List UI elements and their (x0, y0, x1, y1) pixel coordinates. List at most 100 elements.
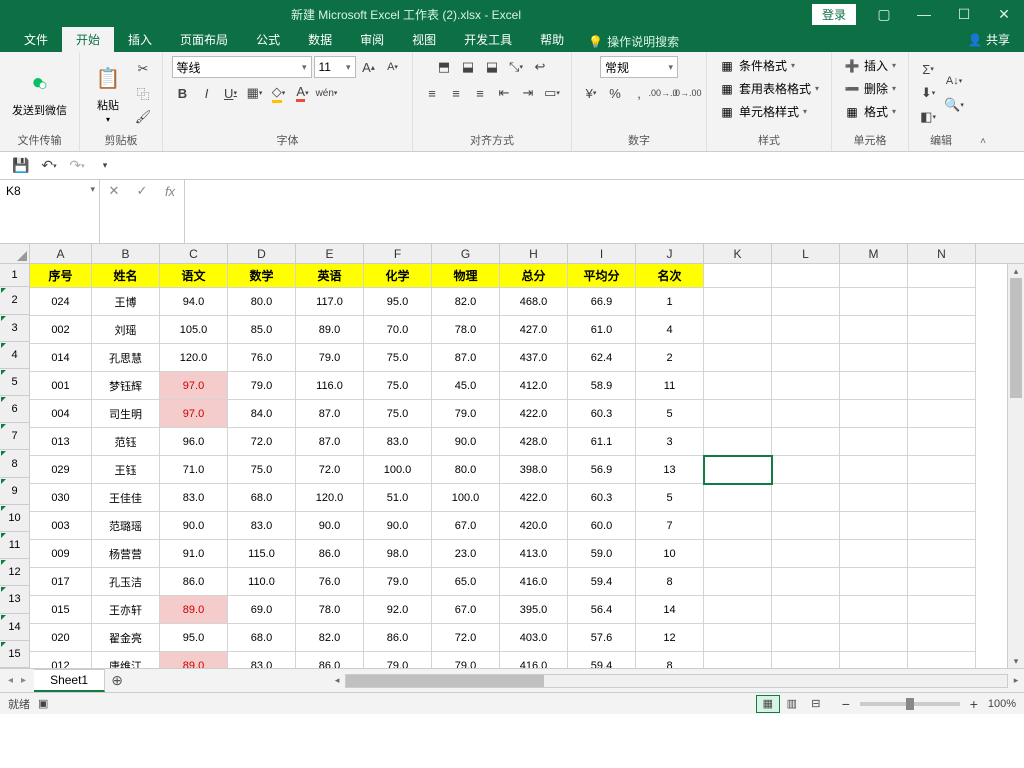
cell[interactable]: 89.0 (160, 652, 228, 668)
cell[interactable] (704, 264, 772, 288)
cell[interactable]: 96.0 (160, 428, 228, 456)
formula-input[interactable] (185, 180, 1024, 243)
cell[interactable]: 87.0 (296, 428, 364, 456)
cell[interactable]: 72.0 (296, 456, 364, 484)
delete-cells-button[interactable]: ➖ 删除 ▾ (840, 79, 900, 98)
row-header[interactable]: 5 (0, 369, 30, 396)
cell[interactable]: 59.4 (568, 652, 636, 668)
cell[interactable]: 100.0 (432, 484, 500, 512)
tell-me-search[interactable]: 💡 操作说明搜索 (578, 31, 689, 52)
cell[interactable]: 3 (636, 428, 704, 456)
cell[interactable] (704, 428, 772, 456)
cell[interactable]: 86.0 (364, 624, 432, 652)
column-header[interactable]: G (432, 244, 500, 263)
decrease-decimal-button[interactable]: .0→.00 (676, 82, 698, 104)
clear-button[interactable]: ◧▾ (917, 106, 939, 128)
increase-decimal-button[interactable]: .00→.0 (652, 82, 674, 104)
cell[interactable]: 79.0 (432, 652, 500, 668)
cell[interactable]: 化学 (364, 264, 432, 288)
cell[interactable]: 70.0 (364, 316, 432, 344)
cell[interactable] (840, 540, 908, 568)
cell[interactable]: 82.0 (296, 624, 364, 652)
cell[interactable]: 79.0 (364, 652, 432, 668)
column-header[interactable]: L (772, 244, 840, 263)
cell[interactable] (772, 400, 840, 428)
cell[interactable]: 95.0 (364, 288, 432, 316)
row-header[interactable]: 7 (0, 423, 30, 450)
format-cells-button[interactable]: ▦ 格式 ▾ (840, 102, 900, 121)
cell[interactable]: 468.0 (500, 288, 568, 316)
cell[interactable]: 020 (30, 624, 92, 652)
scroll-down-icon[interactable]: ▾ (1008, 654, 1024, 668)
cell[interactable]: 51.0 (364, 484, 432, 512)
cell[interactable] (772, 512, 840, 540)
cell[interactable]: 王博 (92, 288, 160, 316)
cell[interactable]: 91.0 (160, 540, 228, 568)
cell[interactable]: 14 (636, 596, 704, 624)
cell[interactable]: 78.0 (296, 596, 364, 624)
cell[interactable]: 024 (30, 288, 92, 316)
cell[interactable]: 司生明 (92, 400, 160, 428)
cell[interactable] (908, 484, 976, 512)
ribbon-display-options-icon[interactable]: ▢ (864, 0, 904, 28)
cell[interactable] (704, 372, 772, 400)
cut-button[interactable]: ✂ (132, 58, 154, 80)
cell[interactable]: 120.0 (160, 344, 228, 372)
cell[interactable] (840, 456, 908, 484)
orientation-button[interactable]: ⤡▾ (505, 56, 527, 78)
vertical-scrollbar[interactable]: ▴ ▾ (1007, 264, 1024, 668)
border-button[interactable]: ▦▾ (244, 82, 266, 104)
align-right-button[interactable]: ≡ (469, 82, 491, 104)
cell[interactable]: 翟金亮 (92, 624, 160, 652)
tab-help[interactable]: 帮助 (526, 27, 578, 52)
column-header[interactable]: A (30, 244, 92, 263)
cell[interactable]: 10 (636, 540, 704, 568)
cell[interactable]: 2 (636, 344, 704, 372)
cell[interactable] (840, 400, 908, 428)
cell[interactable]: 王亦轩 (92, 596, 160, 624)
cell[interactable]: 68.0 (228, 624, 296, 652)
sheet-nav-next-icon[interactable]: ▸ (21, 675, 26, 686)
hscroll-thumb[interactable] (346, 675, 544, 687)
row-header[interactable]: 6 (0, 396, 30, 423)
cell[interactable]: 416.0 (500, 652, 568, 668)
share-button[interactable]: 👤 共享 (954, 27, 1024, 52)
cell[interactable] (704, 568, 772, 596)
cell[interactable]: 76.0 (228, 344, 296, 372)
cell[interactable]: 80.0 (432, 456, 500, 484)
cell[interactable]: 数学 (228, 264, 296, 288)
cell[interactable]: 86.0 (160, 568, 228, 596)
cell[interactable]: 75.0 (364, 344, 432, 372)
cell[interactable]: 437.0 (500, 344, 568, 372)
cell[interactable]: 56.9 (568, 456, 636, 484)
cell[interactable]: 刘瑶 (92, 316, 160, 344)
cell[interactable]: 015 (30, 596, 92, 624)
row-header[interactable]: 11 (0, 532, 30, 559)
cell[interactable]: 79.0 (364, 568, 432, 596)
cell[interactable]: 82.0 (432, 288, 500, 316)
cell[interactable] (840, 624, 908, 652)
cell-styles-button[interactable]: ▦ 单元格样式 ▾ (715, 102, 811, 121)
cell[interactable]: 7 (636, 512, 704, 540)
cell[interactable]: 003 (30, 512, 92, 540)
cell[interactable]: 78.0 (432, 316, 500, 344)
cell[interactable] (704, 596, 772, 624)
cell[interactable]: 395.0 (500, 596, 568, 624)
row-header[interactable]: 10 (0, 505, 30, 532)
cell[interactable]: 92.0 (364, 596, 432, 624)
cell[interactable]: 94.0 (160, 288, 228, 316)
cell[interactable] (704, 456, 772, 484)
comma-format-button[interactable]: , (628, 82, 650, 104)
cell[interactable]: 116.0 (296, 372, 364, 400)
cell[interactable]: 孔玉洁 (92, 568, 160, 596)
cell[interactable]: 412.0 (500, 372, 568, 400)
cancel-formula-button[interactable]: ✕ (100, 180, 128, 202)
tab-data[interactable]: 数据 (294, 27, 346, 52)
cell[interactable] (908, 288, 976, 316)
bold-button[interactable]: B (172, 82, 194, 104)
scroll-left-icon[interactable]: ◂ (329, 675, 345, 686)
chevron-down-icon[interactable]: ▾ (86, 180, 99, 199)
cell[interactable]: 杨营营 (92, 540, 160, 568)
cell[interactable]: 80.0 (228, 288, 296, 316)
cell[interactable]: 58.9 (568, 372, 636, 400)
